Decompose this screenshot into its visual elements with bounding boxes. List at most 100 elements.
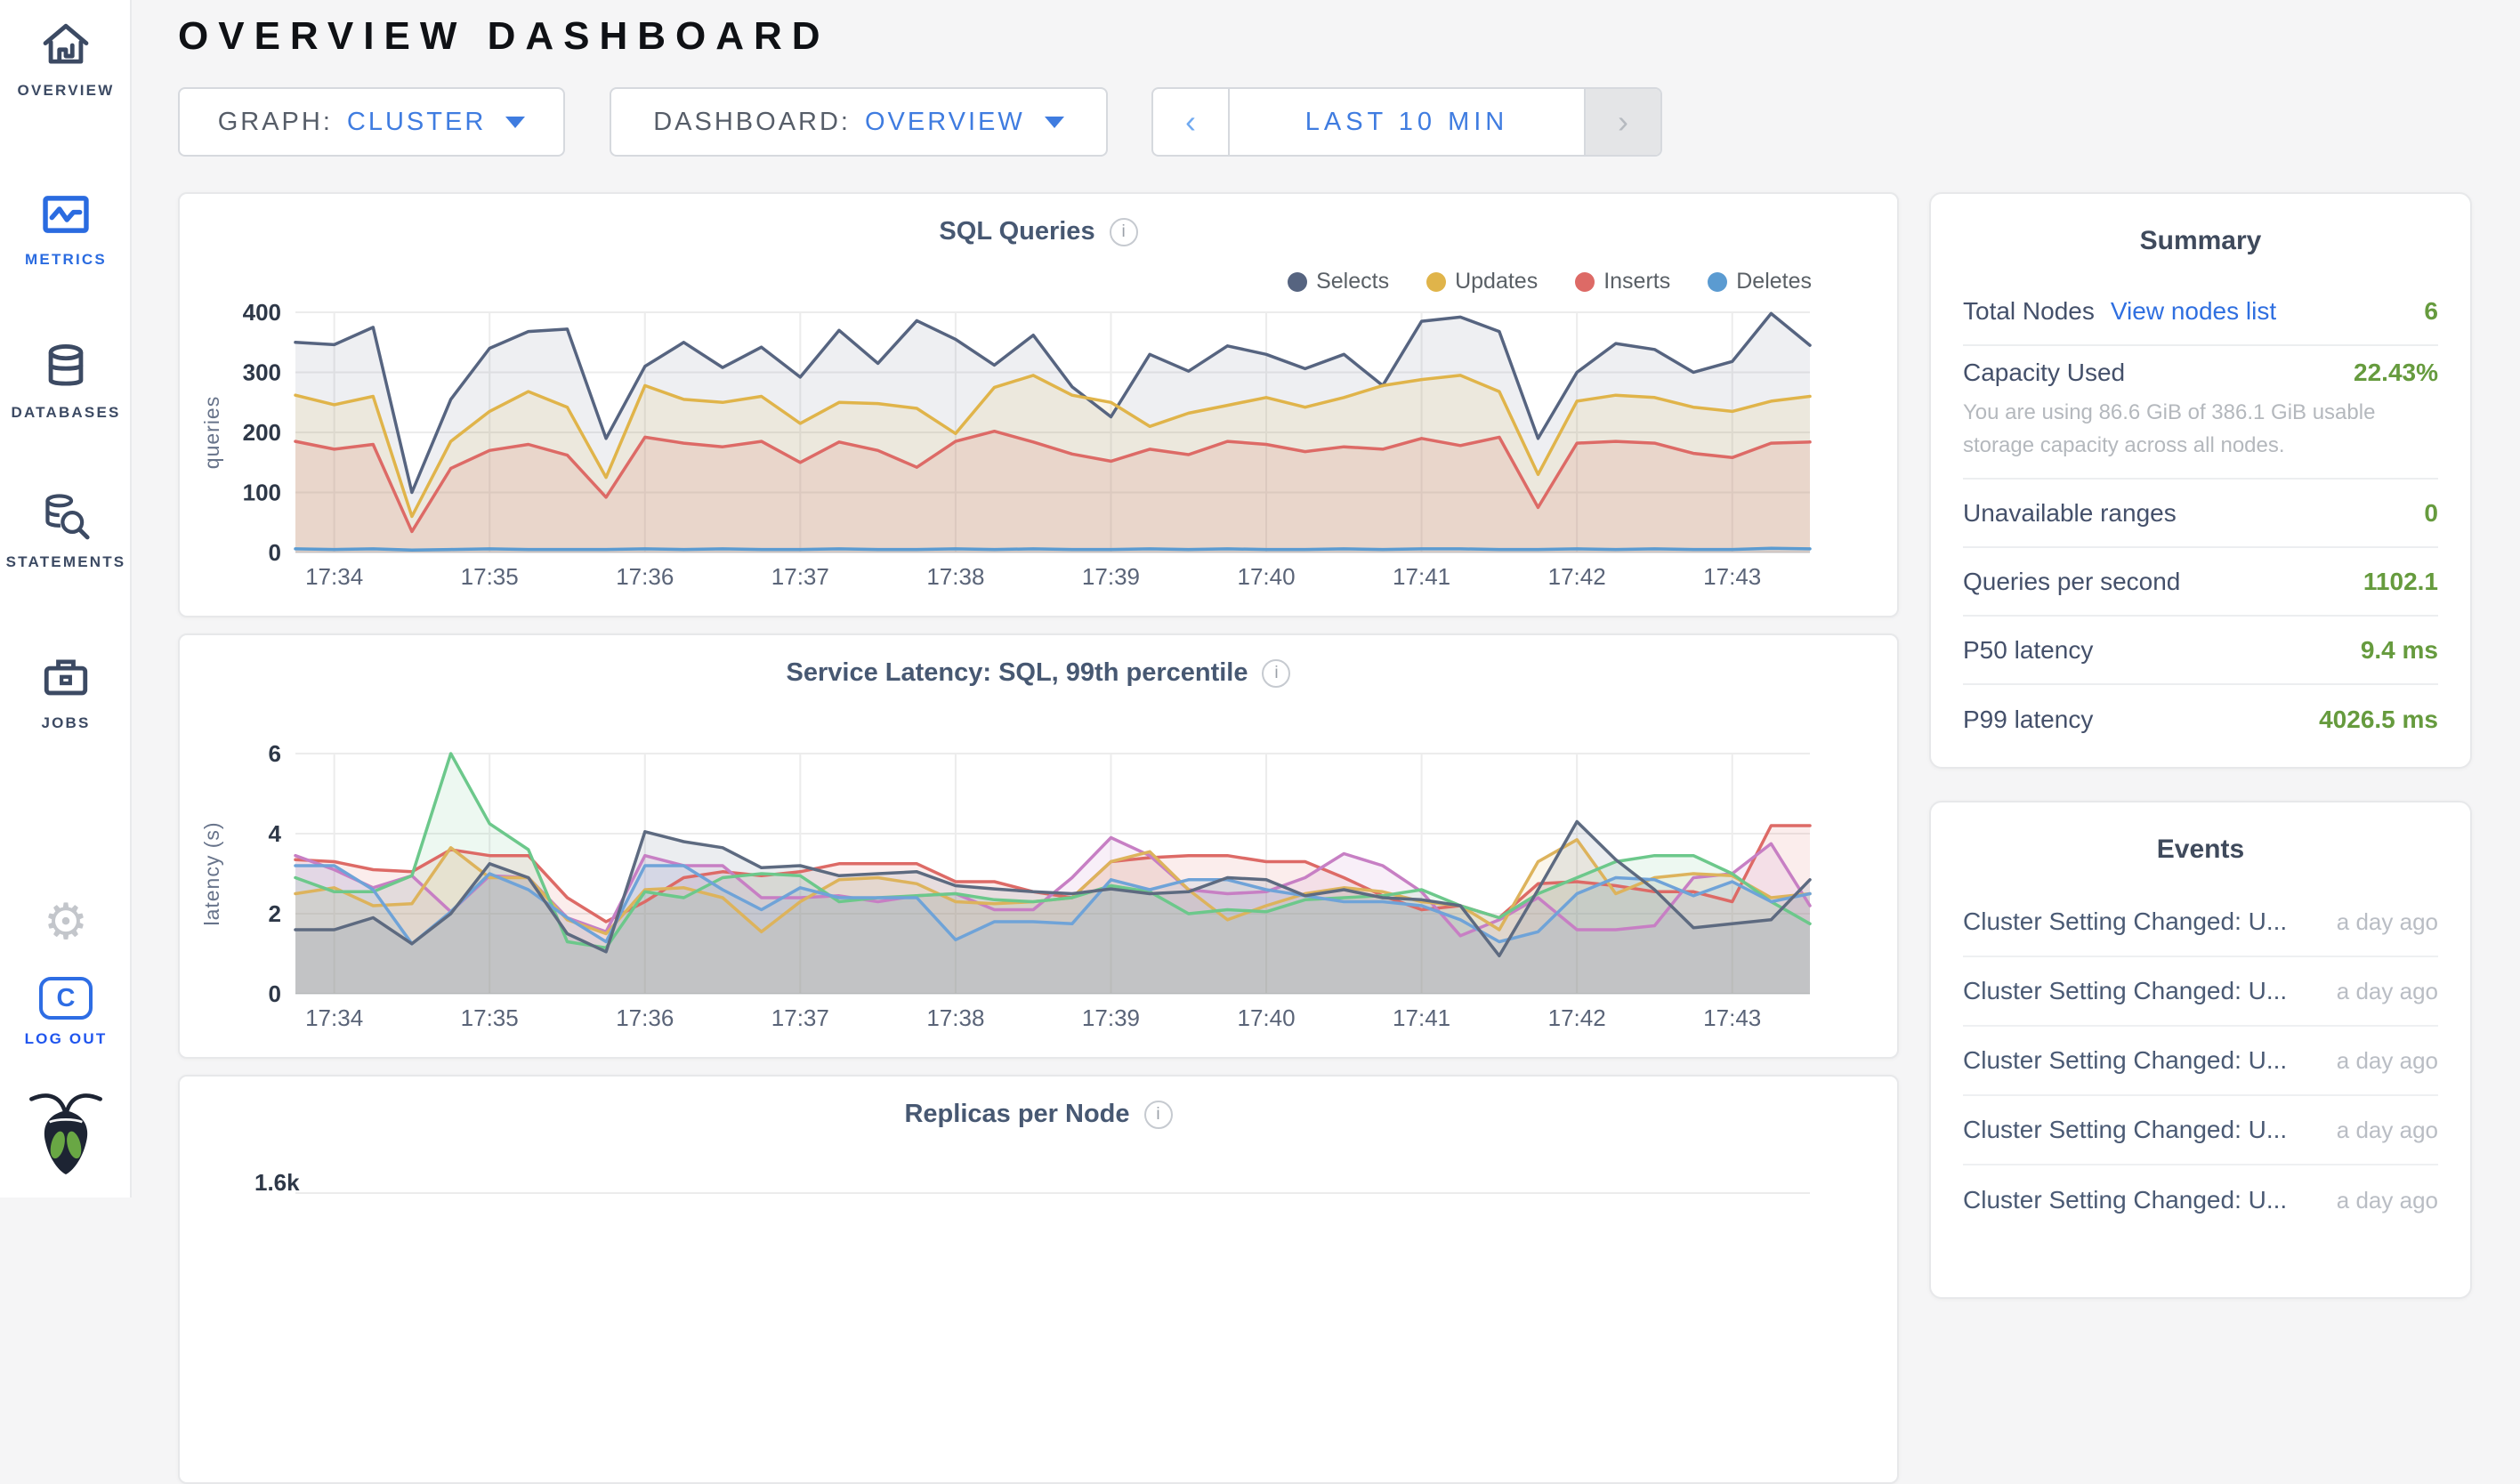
- dashboard-dropdown[interactable]: DASHBOARD: OVERVIEW: [610, 87, 1108, 157]
- p50-latency-value: 9.4 ms: [2361, 636, 2438, 665]
- event-title: Cluster Setting Changed: U...: [1963, 1046, 2287, 1075]
- replicas-per-node-chart-panel: Replicas per Node i 1.6k: [178, 1075, 1899, 1484]
- service-latency-chart-panel: Service Latency: SQL, 99th percentile i …: [178, 633, 1899, 1059]
- capacity-value: 22.43%: [2354, 359, 2438, 387]
- summary-row-capacity: Capacity Used 22.43% You are using 86.6 …: [1963, 346, 2438, 480]
- time-range-value[interactable]: LAST 10 MIN: [1230, 89, 1584, 155]
- sidebar: OVERVIEW METRICS DATABASES STATEMENTS: [0, 0, 132, 1198]
- charts-column: SQL Queries i Selects Updates Inserts Delet…: [178, 192, 1899, 1484]
- time-range-prev-button[interactable]: ‹: [1153, 89, 1230, 155]
- svg-text:17:36: 17:36: [616, 563, 674, 590]
- unavailable-ranges-label: Unavailable ranges: [1963, 499, 2177, 528]
- legend-item-deletes[interactable]: Deletes: [1708, 269, 1812, 294]
- dashboard-dropdown-value: OVERVIEW: [865, 108, 1025, 137]
- event-row: Cluster Setting Changed: U... a day ago: [1963, 1027, 2438, 1096]
- total-nodes-value: 6: [2424, 297, 2438, 326]
- p99-latency-label: P99 latency: [1963, 706, 2093, 734]
- svg-text:100: 100: [243, 480, 281, 506]
- total-nodes-label: Total Nodes: [1963, 297, 2095, 326]
- legend-label: Updates: [1455, 269, 1538, 294]
- events-title: Events: [1931, 802, 2470, 865]
- sidebar-item-statements[interactable]: STATEMENTS: [0, 491, 132, 571]
- info-icon[interactable]: i: [1110, 218, 1138, 246]
- main-content: OVERVIEW DASHBOARD GRAPH: CLUSTER DASHBO…: [132, 0, 2520, 1198]
- chart-title: SQL Queries: [939, 217, 1094, 246]
- info-icon[interactable]: i: [1144, 1101, 1173, 1129]
- legend-dot-icon: [1708, 272, 1727, 292]
- p99-latency-value: 4026.5 ms: [2319, 706, 2438, 734]
- chevron-down-icon: [505, 117, 525, 128]
- right-column: Summary Total Nodes View nodes list 6 Ca…: [1929, 192, 2472, 1299]
- briefcase-icon: [40, 652, 92, 704]
- svg-text:17:39: 17:39: [1082, 1004, 1140, 1031]
- event-row: Cluster Setting Changed: U... a day ago: [1963, 1165, 2438, 1235]
- logout-button[interactable]: C LOG OUT: [0, 977, 132, 1048]
- svg-text:300: 300: [243, 359, 281, 386]
- svg-text:17:40: 17:40: [1237, 563, 1295, 590]
- svg-text:400: 400: [243, 299, 281, 326]
- sidebar-item-metrics[interactable]: METRICS: [0, 189, 132, 269]
- gear-icon: ⚙: [44, 897, 88, 947]
- sidebar-item-databases[interactable]: DATABASES: [0, 342, 132, 422]
- svg-text:17:37: 17:37: [771, 563, 829, 590]
- legend-dot-icon: [1575, 272, 1595, 292]
- graph-dropdown-label: GRAPH:: [218, 108, 333, 137]
- event-title: Cluster Setting Changed: U...: [1963, 907, 2287, 936]
- svg-text:17:43: 17:43: [1703, 563, 1761, 590]
- summary-title: Summary: [1931, 194, 2470, 256]
- sql-queries-chart-panel: SQL Queries i Selects Updates Inserts Delet…: [178, 192, 1899, 617]
- legend-item-selects[interactable]: Selects: [1288, 269, 1389, 294]
- capacity-label: Capacity Used: [1963, 359, 2125, 387]
- legend-item-updates[interactable]: Updates: [1426, 269, 1538, 294]
- sidebar-item-jobs[interactable]: JOBS: [0, 652, 132, 732]
- summary-row-p99: P99 latency 4026.5 ms: [1963, 685, 2438, 754]
- database-icon: [40, 342, 92, 393]
- page-title: OVERVIEW DASHBOARD: [178, 14, 2472, 59]
- svg-text:17:36: 17:36: [616, 1004, 674, 1031]
- svg-text:17:41: 17:41: [1393, 563, 1450, 590]
- logout-icon: C: [39, 977, 93, 1020]
- legend-label: Inserts: [1603, 269, 1670, 294]
- event-title: Cluster Setting Changed: U...: [1963, 1116, 2287, 1144]
- service-latency-plot[interactable]: 17:3417:3517:3617:3717:3817:3917:4017:41…: [180, 739, 1901, 1038]
- chart-title: Replicas per Node: [904, 1100, 1129, 1129]
- svg-text:17:38: 17:38: [926, 1004, 984, 1031]
- sidebar-item-overview[interactable]: OVERVIEW: [0, 20, 132, 100]
- chevron-right-icon: ›: [1618, 103, 1628, 141]
- view-nodes-list-link[interactable]: View nodes list: [2111, 297, 2276, 326]
- svg-text:latency (s): latency (s): [200, 821, 223, 925]
- chevron-left-icon: ‹: [1185, 103, 1196, 141]
- events-panel: Events Cluster Setting Changed: U... a d…: [1929, 801, 2472, 1299]
- svg-text:6: 6: [269, 740, 281, 767]
- chart-legend: Selects Updates Inserts Deletes: [1288, 269, 1812, 294]
- svg-text:17:42: 17:42: [1548, 563, 1606, 590]
- chevron-down-icon: [1045, 117, 1064, 128]
- event-row: Cluster Setting Changed: U... a day ago: [1963, 957, 2438, 1027]
- graph-dropdown[interactable]: GRAPH: CLUSTER: [178, 87, 565, 157]
- sidebar-item-label: STATEMENTS: [6, 553, 126, 571]
- logout-label: LOG OUT: [25, 1030, 108, 1048]
- summary-row-unavailable-ranges: Unavailable ranges 0: [1963, 480, 2438, 548]
- qps-label: Queries per second: [1963, 568, 2180, 596]
- legend-item-inserts[interactable]: Inserts: [1575, 269, 1670, 294]
- statements-icon: [40, 491, 92, 543]
- svg-text:17:42: 17:42: [1548, 1004, 1606, 1031]
- unavailable-ranges-value: 0: [2424, 499, 2438, 528]
- cockroach-bug-icon: [25, 1091, 107, 1176]
- info-icon[interactable]: i: [1262, 659, 1290, 688]
- settings-gear[interactable]: ⚙: [0, 897, 132, 947]
- home-icon: [40, 20, 92, 71]
- svg-text:4: 4: [269, 820, 282, 847]
- time-range-next-button[interactable]: ›: [1584, 89, 1660, 155]
- svg-text:0: 0: [269, 539, 281, 566]
- event-row: Cluster Setting Changed: U... a day ago: [1963, 1096, 2438, 1165]
- sql-queries-plot[interactable]: 17:3417:3517:3617:3717:3817:3917:4017:41…: [180, 298, 1901, 597]
- svg-text:17:37: 17:37: [771, 1004, 829, 1031]
- qps-value: 1102.1: [2363, 568, 2438, 596]
- cockroach-logo[interactable]: [0, 1091, 132, 1176]
- legend-dot-icon: [1426, 272, 1446, 292]
- svg-text:17:41: 17:41: [1393, 1004, 1450, 1031]
- svg-text:17:35: 17:35: [461, 1004, 519, 1031]
- svg-text:17:34: 17:34: [305, 563, 363, 590]
- event-row: Cluster Setting Changed: U... a day ago: [1963, 888, 2438, 957]
